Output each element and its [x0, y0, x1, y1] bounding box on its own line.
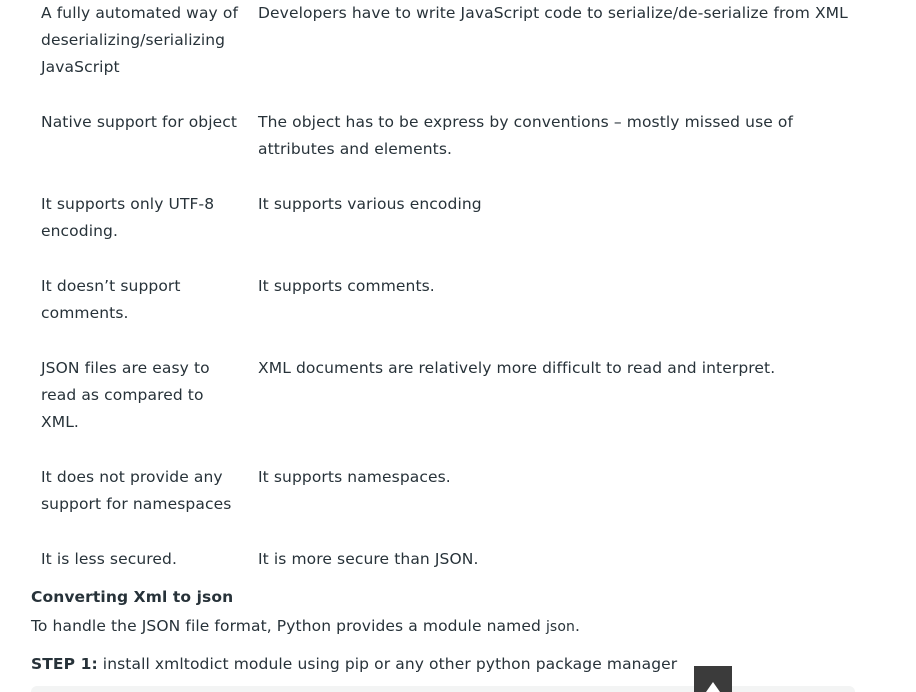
table-row: JSON files are easy to read as compared …	[31, 355, 861, 464]
xml-cell: It supports namespaces.	[258, 468, 451, 486]
json-cell: JSON files are easy to read as compared …	[41, 359, 210, 431]
json-cell: A fully automated way of deserializing/s…	[41, 4, 238, 76]
inline-code: json	[545, 619, 575, 635]
intro-end: .	[574, 617, 580, 635]
step-label: STEP 1:	[31, 655, 98, 673]
section-heading: Converting Xml to json	[31, 588, 234, 606]
xml-cell: It supports comments.	[258, 277, 435, 295]
arrow-up-icon	[706, 682, 720, 692]
table-row: It supports only UTF-8 encoding. It supp…	[31, 191, 861, 273]
step-text: install xmltodict module using pip or an…	[97, 655, 678, 673]
table-row: It doesn’t support comments. It supports…	[31, 273, 861, 355]
comparison-table: A fully automated way of deserializing/s…	[31, 0, 861, 601]
scroll-to-top-button[interactable]	[694, 666, 732, 692]
intro-paragraph: To handle the JSON file format, Python p…	[31, 615, 891, 638]
json-cell: It supports only UTF-8 encoding.	[41, 195, 215, 240]
json-cell: It does not provide any support for name…	[41, 468, 232, 513]
table-row: A fully automated way of deserializing/s…	[31, 0, 861, 109]
xml-cell: XML documents are relatively more diffic…	[258, 359, 776, 377]
table-row: It does not provide any support for name…	[31, 464, 861, 546]
xml-cell: It supports various encoding	[258, 195, 482, 213]
json-cell: Native support for object	[41, 113, 238, 131]
intro-text: To handle the JSON file format, Python p…	[31, 617, 546, 635]
xml-cell: Developers have to write JavaScript code…	[258, 4, 848, 22]
json-cell: It doesn’t support comments.	[41, 277, 181, 322]
xml-cell: The object has to be express by conventi…	[258, 113, 794, 158]
step-paragraph: STEP 1: install xmltodict module using p…	[31, 653, 891, 675]
table-row: Native support for object The object has…	[31, 109, 861, 191]
